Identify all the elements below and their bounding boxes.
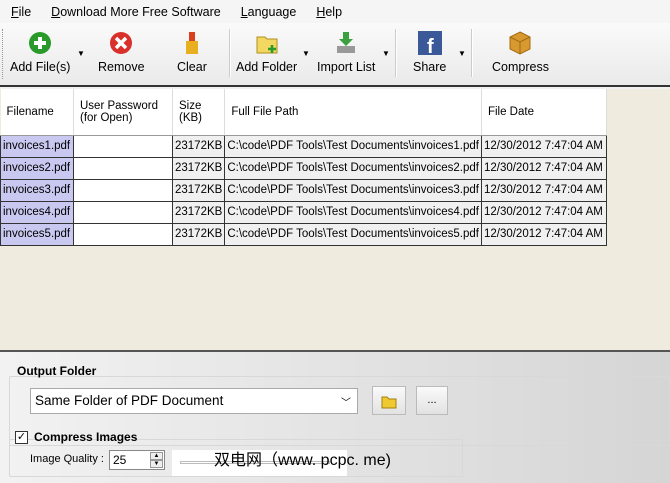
size-cell: 23172KB — [171, 134, 226, 158]
table-row[interactable]: invoices1.pdf 23172KB C:\code\PDF Tools\Te… — [0, 134, 607, 158]
svg-text:f: f — [427, 36, 434, 55]
path-cell: C:\code\PDF Tools\Test Documents\invoice… — [224, 222, 482, 246]
column-header-password[interactable]: User Password (for Open) — [73, 89, 173, 136]
package-icon — [508, 31, 532, 55]
date-cell: 12/30/2012 7:47:04 AM — [480, 178, 607, 202]
size-cell: 23172KB — [171, 156, 226, 180]
column-header-path[interactable]: Full File Path — [224, 89, 482, 136]
filename-cell: invoices4.pdf — [0, 200, 74, 224]
toolbar: Add File(s) ▼ Remove Clear Add Folder ▼ … — [0, 23, 670, 87]
password-cell[interactable] — [73, 134, 173, 158]
size-cell: 23172KB — [171, 178, 226, 202]
spin-up-icon[interactable]: ▲ — [150, 452, 163, 460]
toolbar-separator — [471, 29, 473, 77]
date-cell: 12/30/2012 7:47:04 AM — [480, 200, 607, 224]
quality-slider[interactable]: 双电网（www. pcpc. me) — [172, 450, 391, 476]
open-folder-button[interactable] — [372, 386, 406, 415]
image-quality-value: 25 — [113, 453, 127, 467]
password-cell[interactable] — [73, 178, 173, 202]
filename-cell: invoices3.pdf — [0, 178, 74, 202]
import-list-button[interactable]: Import List — [317, 31, 375, 74]
column-header-filename[interactable]: Filename — [0, 89, 74, 136]
menu-download-more[interactable]: Download More Free Software — [51, 5, 221, 19]
share-button[interactable]: f Share — [413, 31, 446, 74]
compress-button[interactable]: Compress — [492, 31, 549, 74]
facebook-icon: f — [417, 31, 442, 55]
add-files-label: Add File(s) — [10, 60, 71, 74]
date-cell: 12/30/2012 7:47:04 AM — [480, 156, 607, 180]
menu-bar: File Download More Free Software Languag… — [0, 0, 670, 23]
table-row[interactable]: invoices5.pdf 23172KB C:\code\PDF Tools\Te… — [0, 222, 607, 246]
toolbar-grip[interactable] — [2, 29, 3, 79]
path-cell: C:\code\PDF Tools\Test Documents\invoice… — [224, 178, 482, 202]
filename-cell: invoices2.pdf — [0, 156, 74, 180]
table-row[interactable]: invoices4.pdf 23172KB C:\code\PDF Tools\Te… — [0, 200, 607, 224]
menu-language[interactable]: Language — [241, 5, 297, 19]
add-folder-button[interactable]: Add Folder — [236, 31, 297, 74]
toolbar-separator — [395, 29, 397, 77]
add-folder-label: Add Folder — [236, 60, 298, 74]
password-cell[interactable] — [73, 200, 173, 224]
table-row[interactable]: invoices2.pdf 23172KB C:\code\PDF Tools\Te… — [0, 156, 607, 180]
file-grid: Filename User Password (for Open) Size (… — [0, 89, 670, 350]
options-panel: Output Folder Same Folder of PDF Documen… — [0, 350, 670, 483]
watermark: 双电网（www. pcpc. me) — [214, 452, 391, 469]
column-header-date[interactable]: File Date — [481, 89, 607, 136]
folder-icon — [381, 396, 397, 409]
remove-label: Remove — [98, 60, 145, 74]
remove-button[interactable]: Remove — [98, 31, 145, 74]
size-cell: 23172KB — [171, 200, 226, 224]
add-folder-dropdown-icon[interactable]: ▼ — [302, 49, 310, 58]
password-cell[interactable] — [73, 222, 173, 246]
date-cell: 12/30/2012 7:47:04 AM — [480, 222, 607, 246]
clear-label: Clear — [177, 60, 207, 74]
menu-help[interactable]: Help — [316, 5, 342, 19]
remove-icon — [109, 31, 133, 55]
share-label: Share — [413, 60, 447, 74]
path-cell: C:\code\PDF Tools\Test Documents\invoice… — [224, 156, 482, 180]
column-header-size[interactable]: Size (KB) — [172, 89, 226, 136]
compress-label: Compress — [492, 60, 549, 74]
folder-add-icon — [255, 31, 279, 55]
toolbar-separator — [229, 29, 231, 77]
path-cell: C:\code\PDF Tools\Test Documents\invoice… — [224, 200, 482, 224]
output-folder-select[interactable]: Same Folder of PDF Document ﹀ — [30, 388, 358, 414]
import-icon — [334, 31, 358, 55]
image-quality-label: Image Quality : — [30, 453, 104, 465]
clear-button[interactable]: Clear — [177, 31, 207, 74]
compress-images-checkbox[interactable]: ✓ — [15, 431, 28, 444]
spin-down-icon[interactable]: ▼ — [150, 460, 163, 468]
output-folder-title: Output Folder — [17, 364, 97, 378]
table-header: Filename User Password (for Open) Size (… — [0, 89, 607, 136]
image-quality-spinner[interactable]: 25 ▲ ▼ — [109, 450, 165, 470]
table-row[interactable]: invoices3.pdf 23172KB C:\code\PDF Tools\Te… — [0, 178, 607, 202]
menu-file[interactable]: File — [11, 5, 31, 19]
chevron-down-icon: ﹀ — [341, 398, 351, 409]
compress-images-label: Compress Images — [34, 430, 138, 444]
output-folder-value: Same Folder of PDF Document — [35, 393, 224, 408]
browse-button[interactable]: ... — [416, 386, 448, 415]
add-icon — [28, 31, 52, 55]
share-dropdown-icon[interactable]: ▼ — [458, 49, 466, 58]
date-cell: 12/30/2012 7:47:04 AM — [480, 134, 607, 158]
filename-cell: invoices1.pdf — [0, 134, 74, 158]
add-files-button[interactable]: Add File(s) — [10, 31, 70, 74]
path-cell: C:\code\PDF Tools\Test Documents\invoice… — [224, 134, 482, 158]
brush-icon — [180, 31, 204, 55]
import-list-dropdown-icon[interactable]: ▼ — [382, 49, 390, 58]
filename-cell: invoices5.pdf — [0, 222, 74, 246]
add-files-dropdown-icon[interactable]: ▼ — [77, 49, 85, 58]
import-list-label: Import List — [317, 60, 376, 74]
password-cell[interactable] — [73, 156, 173, 180]
size-cell: 23172KB — [171, 222, 226, 246]
